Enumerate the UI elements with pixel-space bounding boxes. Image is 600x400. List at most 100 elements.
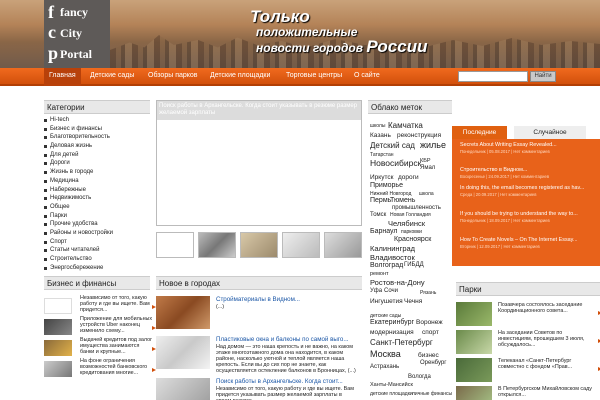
tag-link[interactable]: Пермь [370, 197, 391, 204]
tag-link[interactable]: Рязань [420, 290, 436, 296]
park-item[interactable]: Позавчера состоялось заседание Координац… [456, 302, 600, 330]
park-item[interactable]: Телеканал «Санкт-Петербург совместно с ф… [456, 358, 600, 386]
category-item[interactable]: Энергосбережение [44, 264, 150, 273]
tag-link[interactable]: школы [370, 123, 385, 129]
category-item[interactable]: Прочие удобства [44, 220, 150, 229]
post-title[interactable]: In doing this, the email becomes registe… [460, 185, 592, 192]
business-item[interactable]: Выдачей кредитов под залог имущества зан… [44, 337, 156, 359]
nav-item-shopping-centers[interactable]: Торговые центры [286, 72, 342, 79]
business-item[interactable]: Приложение для мобильных устройств Uber … [44, 316, 156, 338]
category-item[interactable]: Hi-tech [44, 116, 150, 125]
category-item[interactable]: Медицина [44, 177, 150, 186]
tag-link[interactable]: Красноярск [394, 236, 431, 243]
tag-link[interactable]: детские площадки [370, 391, 413, 397]
news-item[interactable]: Стройматериалы в Видном... (...) [156, 296, 362, 332]
tag-link[interactable]: Санкт-Петербург [370, 338, 433, 347]
tag-link[interactable]: Детский сад [370, 141, 415, 150]
slider-thumb[interactable] [324, 232, 362, 258]
tag-link[interactable]: Челябинск [388, 219, 425, 228]
tag-link[interactable]: Тюмень [390, 197, 415, 204]
business-thumb[interactable] [44, 319, 72, 335]
slider-thumb[interactable] [198, 232, 236, 258]
tag-link[interactable]: Ямал [420, 165, 435, 171]
tab-random[interactable]: Случайное [514, 126, 586, 139]
tab-recent[interactable]: Последние [452, 126, 507, 139]
tag-link[interactable]: реконструкция [397, 132, 441, 139]
news-thumb[interactable] [156, 296, 210, 329]
business-thumb[interactable] [44, 340, 72, 356]
slider-thumb[interactable] [156, 232, 194, 258]
tag-link[interactable]: личные финансы [412, 391, 452, 397]
tag-link[interactable]: жилье [420, 140, 446, 150]
tag-link[interactable]: Чечня [404, 298, 422, 305]
news-item[interactable]: Пластиковые окна и балконы по самой выго… [156, 336, 362, 374]
category-item[interactable]: Благотворительность [44, 133, 150, 142]
tag-link[interactable]: Вологда [408, 374, 431, 380]
slider-thumb[interactable] [240, 232, 278, 258]
nav-item-park-reviews[interactable]: Обзоры парков [148, 72, 198, 79]
tag-link[interactable]: Москва [370, 349, 401, 359]
business-item[interactable]: На фоне ограничения возможностей банковс… [44, 358, 156, 380]
category-item[interactable]: Районы и новостройки [44, 229, 150, 238]
tag-link[interactable]: Иркутск [370, 174, 393, 181]
category-item[interactable]: Строительство [44, 255, 150, 264]
recent-post[interactable]: Строительство в Видном... Воскресенье | … [460, 167, 592, 180]
tag-link[interactable]: Воронеж [416, 319, 443, 326]
category-item[interactable]: Бизнес и финансы [44, 125, 150, 134]
category-item[interactable]: Общее [44, 203, 150, 212]
recent-post[interactable]: In doing this, the email becomes registe… [460, 185, 592, 198]
tag-link[interactable]: Новосибирск [370, 158, 421, 168]
park-item[interactable]: На заседании Советов по инвестициям, про… [456, 330, 600, 358]
news-title[interactable]: Стройматериалы в Видном... [216, 296, 300, 303]
category-item[interactable]: Для детей [44, 151, 150, 160]
tag-link[interactable]: Приморье [370, 182, 403, 189]
tag-link[interactable]: Сочи [384, 288, 398, 294]
tag-link[interactable]: Оренбург [420, 360, 446, 366]
tag-link[interactable]: ремонт [370, 271, 389, 277]
category-item[interactable]: Жизнь в городе [44, 168, 150, 177]
category-item[interactable]: Парки [44, 212, 150, 221]
tag-link[interactable]: дороги [398, 174, 419, 181]
slider-thumb[interactable] [282, 232, 320, 258]
park-thumb[interactable] [456, 386, 492, 400]
park-thumb[interactable] [456, 330, 492, 354]
tag-link[interactable]: бизнес [418, 352, 439, 359]
tag-link[interactable]: Барнаул [370, 228, 398, 235]
news-thumb[interactable] [156, 378, 210, 400]
tag-link[interactable]: КБР [420, 158, 430, 164]
nav-item-kindergartens[interactable]: Детские сады [90, 72, 134, 79]
tag-link[interactable]: Томск [370, 212, 386, 218]
search-input[interactable] [458, 71, 528, 82]
nav-item-playgrounds[interactable]: Детские площадки [210, 72, 270, 79]
news-thumb[interactable] [156, 336, 210, 369]
recent-post[interactable]: If you should be trying to understand th… [460, 211, 592, 224]
site-logo[interactable]: f fancy c City p Portal [44, 0, 110, 70]
category-item[interactable]: Дороги [44, 159, 150, 168]
nav-item-about[interactable]: О сайте [354, 72, 380, 79]
business-item[interactable]: Независимо от того, какую работу и где в… [44, 295, 156, 317]
category-item[interactable]: Спорт [44, 238, 150, 247]
recent-post[interactable]: Secrets About Writing Essay Revealed... … [460, 142, 592, 155]
tag-link[interactable]: Новая Голландия [390, 212, 431, 218]
nav-item-home[interactable]: Главная [49, 72, 76, 79]
tag-link[interactable]: модернизация [370, 329, 414, 336]
news-item[interactable]: Поиск работы в Архангельске. Когда стоит… [156, 378, 362, 400]
tag-link[interactable]: Екатеринбург [370, 319, 414, 326]
tag-link[interactable]: Уфа [370, 288, 382, 294]
post-title[interactable]: If you should be trying to understand th… [460, 211, 592, 218]
category-item[interactable]: Недвижимость [44, 194, 150, 203]
tag-link[interactable]: Владивосток [370, 253, 415, 262]
category-item[interactable]: Набережные [44, 186, 150, 195]
category-item[interactable]: Деловая жизнь [44, 142, 150, 151]
park-thumb[interactable] [456, 358, 492, 382]
news-title[interactable]: Поиск работы в Архангельске. Когда стоит… [216, 378, 343, 385]
tag-link[interactable]: парковки [401, 229, 422, 235]
search-button[interactable]: Найти [530, 71, 556, 82]
business-thumb[interactable] [44, 298, 72, 314]
tag-link[interactable]: Казань [370, 132, 391, 139]
tag-link[interactable]: Ростов-на-Дону [370, 278, 425, 287]
tag-link[interactable]: Калининград [370, 244, 415, 253]
tag-link[interactable]: ГИБДД [404, 262, 424, 268]
news-title[interactable]: Пластиковые окна и балконы по самой выго… [216, 336, 349, 343]
tag-link[interactable]: Камчатка [388, 121, 423, 130]
